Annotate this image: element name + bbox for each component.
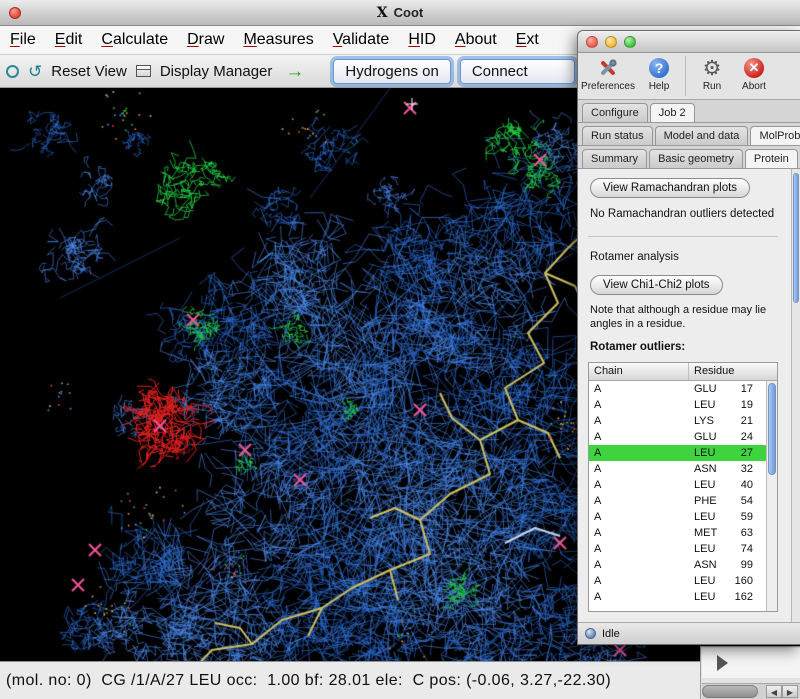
content-scrollbar[interactable]: [791, 169, 800, 622]
menu-item[interactable]: Calculate: [101, 31, 168, 49]
atom-status-text: (mol. no: 0) CG /1/A/27 LEU occ: 1.00 bf…: [6, 672, 611, 690]
reset-view-icon[interactable]: ↺: [28, 63, 42, 80]
gear-icon: ⚙: [703, 58, 722, 79]
tab[interactable]: Run status: [582, 126, 653, 145]
tab[interactable]: MolProbity: [750, 126, 800, 145]
horizontal-scrollbar[interactable]: ◀ ▶: [702, 683, 800, 699]
console-corner-panel: ◀ ▶: [700, 646, 800, 699]
table-scrollbar[interactable]: [766, 381, 777, 611]
tab[interactable]: Job 2: [650, 103, 695, 122]
rotamer-outliers-table: Chain Residue A GLU 17 A LEU: [588, 362, 778, 612]
tab-row-categories: SummaryBasic geometryProteinC: [578, 146, 800, 169]
column-header-residue[interactable]: Residue: [689, 363, 777, 380]
tab[interactable]: Summary: [582, 149, 647, 168]
dialog-toolbar: Preferences ? Help ⚙ Run ✕ Abort: [578, 53, 800, 100]
table-row[interactable]: A ASN 32: [589, 461, 777, 477]
menu-item[interactable]: Measures: [243, 31, 313, 49]
hydrogens-toggle-button[interactable]: Hydrogens on: [333, 59, 450, 84]
tab-row-sections: Run statusModel and dataMolProbity: [578, 123, 800, 146]
tab[interactable]: Configure: [582, 103, 648, 122]
connect-button[interactable]: Connect: [460, 59, 575, 84]
main-status-bar: (mol. no: 0) CG /1/A/27 LEU occ: 1.00 bf…: [0, 661, 800, 699]
status-sphere-icon: [585, 628, 596, 639]
content-scrollbar-thumb[interactable]: [793, 173, 799, 303]
table-row[interactable]: A PHE 54: [589, 493, 777, 509]
table-row[interactable]: A GLU 17: [589, 381, 777, 397]
scroll-left-icon[interactable]: ◀: [766, 685, 782, 698]
minimize-icon[interactable]: [605, 36, 617, 48]
abort-button[interactable]: ✕ Abort: [737, 56, 771, 92]
preferences-icon: [596, 56, 620, 80]
table-row[interactable]: A LEU 160: [589, 573, 777, 589]
preferences-button[interactable]: Preferences: [582, 56, 634, 92]
menu-item[interactable]: File: [10, 31, 36, 49]
rotamer-note-line1: Note that although a residue may lie: [590, 303, 778, 317]
tab[interactable]: Model and data: [655, 126, 749, 145]
tab-row-jobs: ConfigureJob 2: [578, 100, 800, 123]
tab[interactable]: Protein: [745, 149, 798, 168]
ramachandran-message: No Ramachandran outliers detected: [590, 208, 778, 220]
table-row[interactable]: A GLU 24: [589, 429, 777, 445]
table-header: Chain Residue: [589, 363, 777, 381]
rotamer-analysis-label: Rotamer analysis: [590, 251, 778, 263]
menu-item[interactable]: Validate: [333, 31, 390, 49]
display-manager-icon[interactable]: [136, 65, 151, 77]
scroll-right-icon[interactable]: ▶: [782, 685, 798, 698]
table-row[interactable]: A MET 63: [589, 525, 777, 541]
display-manager-button[interactable]: Display Manager: [160, 63, 273, 80]
menu-item[interactable]: About: [455, 31, 497, 49]
menu-item[interactable]: HID: [408, 31, 436, 49]
title-bar[interactable]: X Coot: [0, 0, 800, 26]
table-scrollbar-thumb[interactable]: [768, 383, 776, 475]
close-icon[interactable]: [586, 36, 598, 48]
column-header-chain[interactable]: Chain: [589, 363, 689, 380]
menu-item[interactable]: Edit: [55, 31, 83, 49]
view-ramachandran-plots-button[interactable]: View Ramachandran plots: [590, 178, 750, 198]
table-row[interactable]: A LEU 40: [589, 477, 777, 493]
abort-icon: ✕: [744, 58, 764, 78]
table-row[interactable]: A LEU 27: [589, 445, 777, 461]
table-row[interactable]: A LEU 59: [589, 509, 777, 525]
table-row[interactable]: A LEU 162: [589, 589, 777, 605]
expander-triangle-icon[interactable]: [717, 655, 728, 671]
protein-tab-content: View Ramachandran plots No Ramachandran …: [578, 169, 800, 622]
tab[interactable]: Basic geometry: [649, 149, 743, 168]
rotamer-outliers-label: Rotamer outliers:: [590, 341, 778, 353]
table-row[interactable]: A ASN 99: [589, 557, 777, 573]
scrollbar-thumb[interactable]: [702, 685, 758, 698]
help-icon: ?: [649, 58, 669, 78]
menu-item[interactable]: Ext: [516, 31, 539, 49]
table-row[interactable]: A LYS 21: [589, 413, 777, 429]
rotate-view-icon[interactable]: [6, 65, 19, 78]
molprobity-dialog: Preferences ? Help ⚙ Run ✕ Abort Configu…: [577, 30, 800, 645]
close-button[interactable]: [9, 7, 21, 19]
forward-arrow-icon[interactable]: →: [285, 62, 304, 81]
window-title: X Coot: [377, 5, 423, 21]
view-chi-plots-button[interactable]: View Chi1-Chi2 plots: [590, 275, 723, 295]
table-row[interactable]: A LEU 74: [589, 541, 777, 557]
reset-view-button[interactable]: Reset View: [51, 63, 127, 80]
help-button[interactable]: ? Help: [642, 56, 676, 92]
x11-icon: X: [377, 5, 388, 21]
zoom-icon[interactable]: [624, 36, 636, 48]
table-row[interactable]: A LEU 19: [589, 397, 777, 413]
dialog-status-text: Idle: [602, 628, 620, 640]
rotamer-note-line2: angles in a residue.: [590, 317, 778, 331]
dialog-title-bar[interactable]: [578, 31, 800, 53]
separator: [588, 236, 778, 237]
dialog-status-bar: Idle: [578, 622, 800, 644]
table-body: A GLU 17 A LEU 19 A LYS: [589, 381, 777, 605]
toolbar-separator: [685, 56, 686, 96]
run-button[interactable]: ⚙ Run: [695, 56, 729, 92]
menu-item[interactable]: Draw: [187, 31, 224, 49]
screen: X Coot File Edit Calculate Draw Measures…: [0, 0, 800, 699]
